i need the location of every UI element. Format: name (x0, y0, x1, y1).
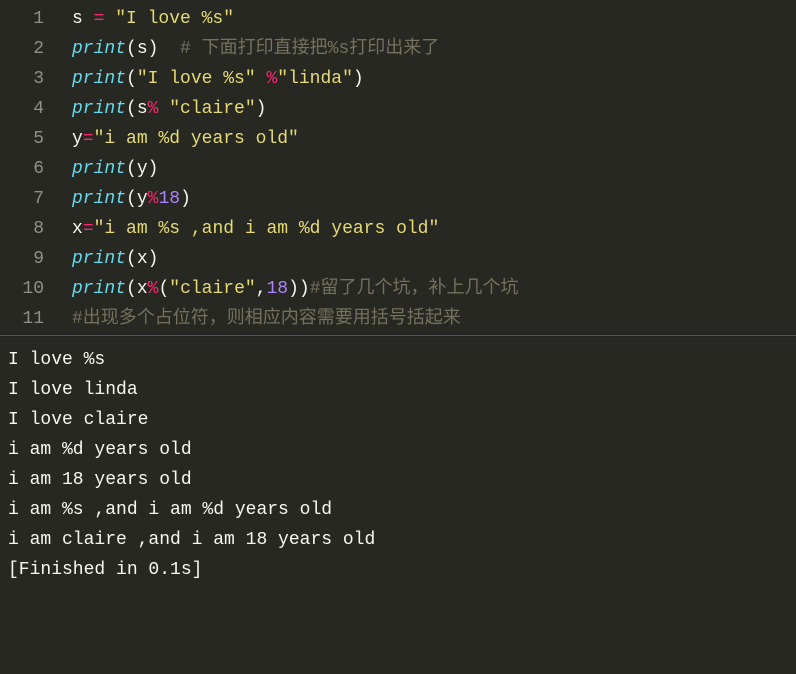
token-paren: ) (288, 279, 299, 299)
output-line: i am 18 years old (8, 465, 788, 495)
token-func: print (72, 69, 126, 89)
token-cmt: #留了几个坑，补上几个坑 (310, 279, 519, 299)
token-num: 18 (267, 279, 289, 299)
token-var: y (137, 159, 148, 179)
code-line[interactable]: print(s) # 下面打印直接把%s打印出来了 (72, 34, 796, 64)
token-func: print (72, 159, 126, 179)
token-op: % (266, 69, 277, 89)
token-cmt: # 下面打印直接把%s打印出来了 (180, 39, 439, 59)
output-line: I love %s (8, 345, 788, 375)
output-line: i am claire ,and i am 18 years old (8, 525, 788, 555)
code-area[interactable]: s = "I love %s"print(s) # 下面打印直接把%s打印出来了… (56, 4, 796, 334)
token-paren: ( (126, 279, 137, 299)
token-var: x (72, 219, 83, 239)
token-paren: ( (126, 99, 137, 119)
code-line[interactable]: y="i am %d years old" (72, 124, 796, 154)
token-paren: ( (126, 69, 137, 89)
output-line: I love claire (8, 405, 788, 435)
token-paren: ( (126, 39, 137, 59)
token-paren: ) (353, 69, 364, 89)
code-line[interactable]: x="i am %s ,and i am %d years old" (72, 214, 796, 244)
token-str: "i am %d years old" (94, 129, 299, 149)
line-number: 1 (8, 4, 44, 34)
line-number: 10 (8, 274, 44, 304)
code-line[interactable]: s = "I love %s" (72, 4, 796, 34)
token-num: 18 (158, 189, 180, 209)
code-line[interactable]: print(y%18) (72, 184, 796, 214)
token-str: "claire" (169, 279, 255, 299)
token-var: x (137, 279, 148, 299)
token-paren: ) (299, 279, 310, 299)
token-op: = (83, 219, 94, 239)
output-line: [Finished in 0.1s] (8, 555, 788, 585)
token-var: y (72, 129, 83, 149)
token-op: % (148, 279, 159, 299)
token-func: print (72, 189, 126, 209)
token-op: = (94, 9, 116, 29)
token-paren: ( (126, 249, 137, 269)
token-str: "claire" (169, 99, 255, 119)
line-number: 9 (8, 244, 44, 274)
code-line[interactable]: print(s% "claire") (72, 94, 796, 124)
line-number: 8 (8, 214, 44, 244)
token-paren: ( (126, 159, 137, 179)
code-line[interactable]: print(y) (72, 154, 796, 184)
token-str: "i am %s ,and i am %d years old" (94, 219, 440, 239)
token-paren: ( (158, 279, 169, 299)
token-func: print (72, 249, 126, 269)
token-op: = (83, 129, 94, 149)
output-line: i am %d years old (8, 435, 788, 465)
token-func: print (72, 39, 126, 59)
code-line[interactable]: print("I love %s" %"linda") (72, 64, 796, 94)
code-line[interactable]: #出现多个占位符，则相应内容需要用括号括起来 (72, 304, 796, 334)
line-number: 2 (8, 34, 44, 64)
line-number: 4 (8, 94, 44, 124)
token-paren: ( (126, 189, 137, 209)
output-line: i am %s ,and i am %d years old (8, 495, 788, 525)
line-number-gutter: 1234567891011 (0, 4, 56, 334)
line-number: 6 (8, 154, 44, 184)
code-line[interactable]: print(x) (72, 244, 796, 274)
code-editor[interactable]: 1234567891011 s = "I love %s"print(s) # … (0, 0, 796, 334)
token-var: x (137, 249, 148, 269)
token-var: s (72, 9, 94, 29)
token-op: % (148, 99, 170, 119)
token-str: "linda" (277, 69, 353, 89)
token-paren: ) (180, 189, 191, 209)
token-str: "I love %s" (137, 69, 267, 89)
token-var: y (137, 189, 148, 209)
line-number: 3 (8, 64, 44, 94)
token-paren: ) (148, 159, 159, 179)
token-cmt: #出现多个占位符，则相应内容需要用括号括起来 (72, 309, 461, 329)
output-line: I love linda (8, 375, 788, 405)
line-number: 5 (8, 124, 44, 154)
token-func: print (72, 279, 126, 299)
token-paren: ) (148, 249, 159, 269)
token-op: % (148, 189, 159, 209)
token-paren: ) (148, 39, 180, 59)
code-line[interactable]: print(x%("claire",18))#留了几个坑，补上几个坑 (72, 274, 796, 304)
token-var: s (137, 99, 148, 119)
output-panel: I love %sI love lindaI love clairei am %… (0, 337, 796, 585)
token-paren: ) (256, 99, 267, 119)
token-var: s (137, 39, 148, 59)
token-str: "I love %s" (115, 9, 234, 29)
line-number: 11 (8, 304, 44, 334)
token-func: print (72, 99, 126, 119)
line-number: 7 (8, 184, 44, 214)
token-paren: , (256, 279, 267, 299)
